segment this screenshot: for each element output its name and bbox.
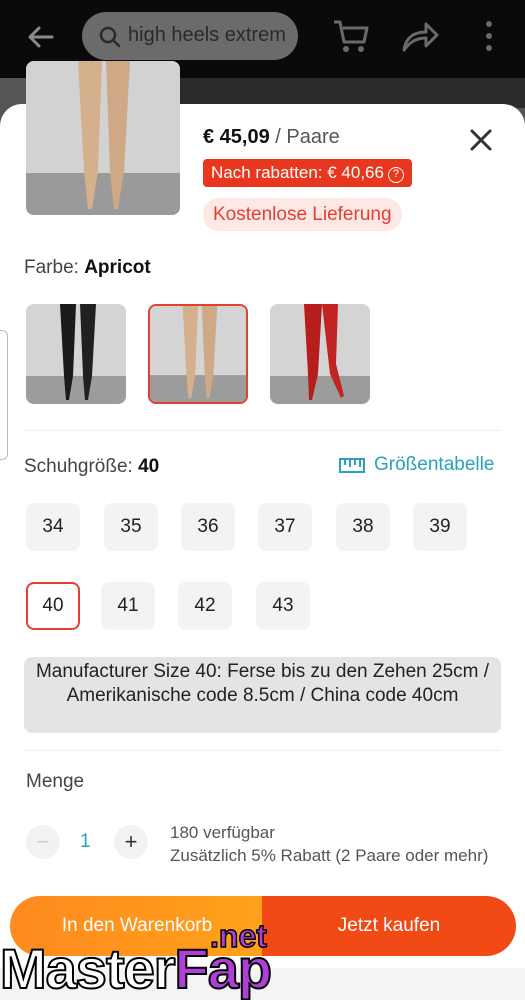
- size-selected: 40: [138, 456, 160, 477]
- size-option[interactable]: 42: [178, 582, 232, 630]
- size-option[interactable]: 37: [258, 503, 312, 551]
- back-arrow-icon[interactable]: [24, 20, 58, 54]
- quantity-decrease-button[interactable]: −: [26, 825, 60, 859]
- free-shipping-badge: Kostenlose Lieferung: [203, 198, 402, 231]
- stock-available: 180 verfügbar: [170, 823, 275, 842]
- ruler-icon: [339, 458, 365, 473]
- size-option[interactable]: 43: [256, 582, 310, 630]
- cart-icon[interactable]: [332, 18, 370, 54]
- size-option[interactable]: 34: [26, 503, 80, 551]
- price-unit: / Paare: [275, 126, 340, 148]
- share-icon[interactable]: [400, 20, 440, 54]
- search-bar[interactable]: high heels extrem: [82, 12, 298, 60]
- side-panel-edge: [0, 330, 8, 460]
- size-option[interactable]: 41: [101, 582, 155, 630]
- size-option[interactable]: 35: [104, 503, 158, 551]
- bulk-discount-note: Zusätzlich 5% Rabatt (2 Paare oder mehr): [170, 846, 489, 865]
- search-icon: [99, 26, 121, 48]
- divider: [24, 430, 501, 431]
- color-label: Farbe: Apricot: [24, 257, 151, 278]
- price-value: € 45,09: [203, 126, 270, 148]
- size-option[interactable]: 39: [413, 503, 467, 551]
- size-chart-link[interactable]: Größentabelle: [338, 454, 494, 476]
- color-option-red[interactable]: [270, 304, 370, 404]
- color-selected: Apricot: [84, 257, 151, 278]
- quantity-increase-button[interactable]: +: [114, 825, 148, 859]
- watermark-suffix: .net: [209, 917, 267, 955]
- product-thumbnail: [26, 61, 180, 215]
- quantity-label: Menge: [26, 771, 85, 792]
- size-info-box: Manufacturer Size 40: Ferse bis zu den Z…: [24, 657, 501, 733]
- size-chart-label: Größentabelle: [374, 454, 495, 475]
- discount-label: Nach rabatten: € 40,66: [211, 163, 384, 182]
- close-icon[interactable]: [466, 125, 496, 155]
- price: € 45,09 / Paare: [203, 126, 340, 149]
- size-option-selected[interactable]: 40: [26, 582, 80, 630]
- size-option[interactable]: 36: [181, 503, 235, 551]
- quantity-value[interactable]: 1: [80, 831, 91, 853]
- discount-badge[interactable]: Nach rabatten: € 40,66?: [203, 159, 412, 187]
- buy-now-button[interactable]: Jetzt kaufen: [262, 896, 516, 956]
- color-option-black[interactable]: [26, 304, 126, 404]
- more-icon[interactable]: [478, 18, 500, 54]
- size-option[interactable]: 38: [336, 503, 390, 551]
- color-option-apricot[interactable]: [148, 304, 248, 404]
- info-icon[interactable]: ?: [387, 167, 404, 183]
- divider: [24, 750, 501, 751]
- search-input[interactable]: high heels extrem: [128, 24, 290, 47]
- size-label: Schuhgröße: 40: [24, 456, 160, 477]
